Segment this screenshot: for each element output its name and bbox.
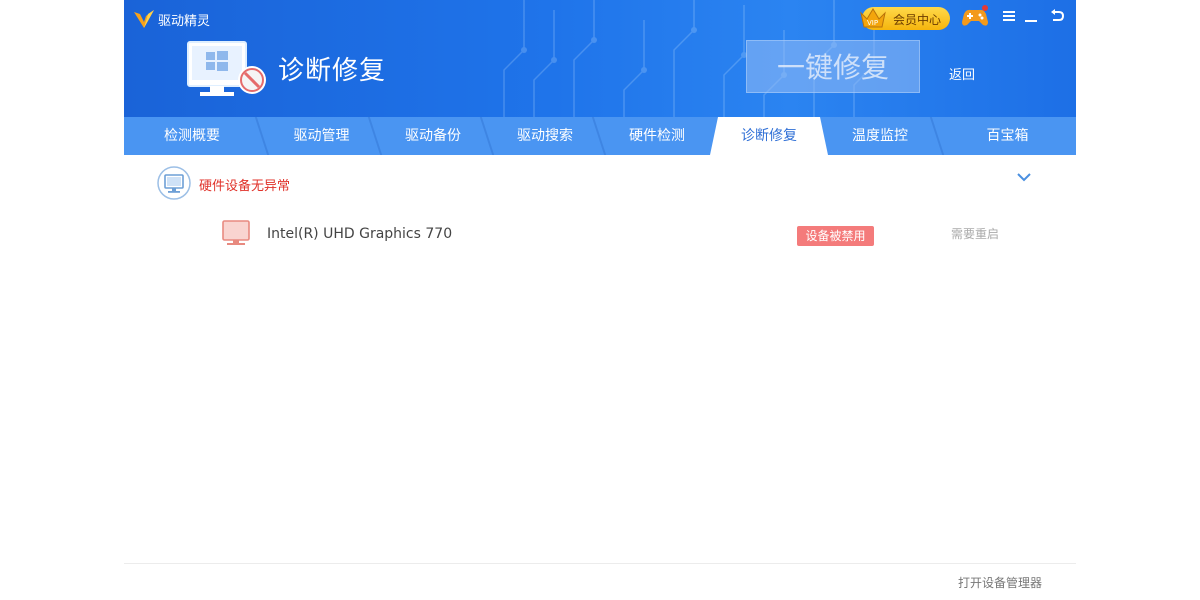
tab-toolbox[interactable]: 百宝箱 xyxy=(939,117,1076,155)
vip-center-label: 会员中心 xyxy=(893,13,942,27)
tab-driver-search[interactable]: 驱动搜索 xyxy=(489,117,601,155)
restore-back-icon[interactable] xyxy=(1048,6,1066,26)
restart-required-label: 需要重启 xyxy=(951,227,1000,241)
tab-detect-summary[interactable]: 检测概要 xyxy=(124,117,260,155)
device-name: Intel(R) UHD Graphics 770 xyxy=(267,226,453,242)
device-status-badge: 设备被禁用 xyxy=(797,226,874,246)
back-link[interactable]: 返回 xyxy=(949,64,975,83)
svg-text:VIP: VIP xyxy=(867,19,878,27)
vip-crown-icon: VIP xyxy=(860,8,886,28)
footer-divider xyxy=(124,563,1076,564)
display-icon xyxy=(222,220,250,245)
menu-icon[interactable] xyxy=(1000,6,1018,26)
main-tabs: 检测概要 驱动管理 驱动备份 驱动搜索 硬件检测 诊断修复 温度监控 百宝箱 xyxy=(124,117,1076,155)
page-title: 诊断修复 xyxy=(278,56,387,86)
monitor-icon xyxy=(157,166,191,200)
tab-hardware-detect[interactable]: 硬件检测 xyxy=(601,117,713,155)
gamepad-icon[interactable] xyxy=(960,4,990,30)
minimize-icon[interactable] xyxy=(1022,6,1040,26)
tab-driver-backup[interactable]: 驱动备份 xyxy=(377,117,489,155)
vip-center-button[interactable]: VIP 会员中心 xyxy=(860,7,950,30)
one-click-repair-button[interactable]: 一键修复 xyxy=(746,40,920,93)
app-name: 驱动精灵 xyxy=(158,14,211,29)
tab-driver-management[interactable]: 驱动管理 xyxy=(264,117,379,155)
header: 驱动精灵 VIP 会员中心 诊断修复 一键修复 返回 xyxy=(124,0,1076,117)
section-title: 硬件设备无异常 xyxy=(199,179,291,194)
tab-diagnose-repair[interactable]: 诊断修复 xyxy=(710,117,828,155)
open-device-manager-link[interactable]: 打开设备管理器 xyxy=(958,574,1042,591)
diagnose-repair-icon xyxy=(187,41,266,96)
chevron-down-icon[interactable] xyxy=(1016,170,1032,184)
app-logo-icon xyxy=(134,10,154,28)
tab-temperature-monitor[interactable]: 温度监控 xyxy=(824,117,936,155)
app-window: 驱动精灵 VIP 会员中心 诊断修复 一键修复 返回 检测概要 驱动管理 驱动备… xyxy=(124,0,1076,600)
